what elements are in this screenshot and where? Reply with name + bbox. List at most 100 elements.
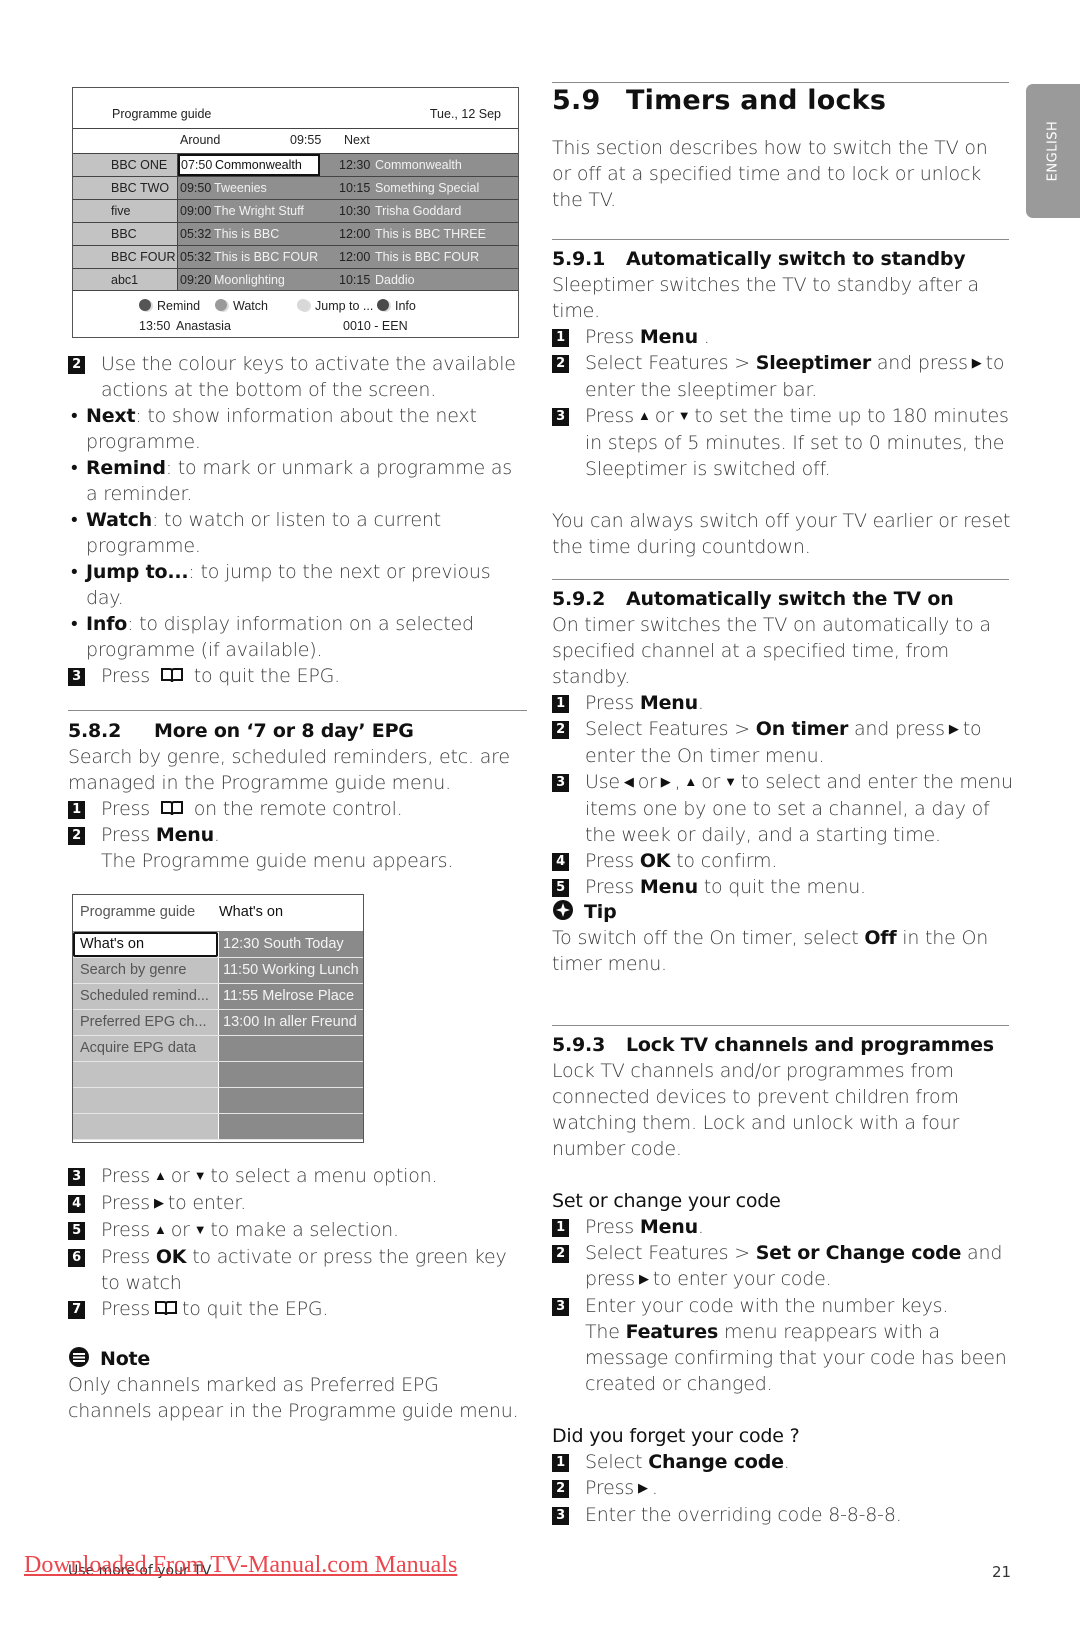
step-2: 2 Use the colour keys to activate the av… xyxy=(68,351,528,403)
step-number: 1 xyxy=(552,1454,569,1472)
current-programme-time: 07:50 xyxy=(181,158,213,172)
section-divider xyxy=(552,1025,1009,1026)
step-text: . xyxy=(651,1477,658,1499)
epg-rows: BBC ONE 07:50 Commonwealth 12:30 Commonwealt… xyxy=(73,153,518,291)
colour-key-dot-icon xyxy=(377,299,389,311)
watermark-link[interactable]: Downloaded From TV-Manual.com Manuals xyxy=(24,1552,457,1579)
epg-channel-row[interactable]: BBC ONE 07:50 Commonwealth 12:30 Commonwealt… xyxy=(73,153,518,176)
current-programme-cell[interactable]: 07:50 Commonwealth xyxy=(178,154,320,176)
next-programme-title: This is BBC FOUR xyxy=(375,250,480,264)
step-text: to enter. xyxy=(167,1192,247,1214)
note-heading: Note xyxy=(68,1346,528,1372)
up-arrow-icon: ▲ xyxy=(684,775,698,790)
menu-row[interactable]: Acquire EPG data xyxy=(73,1036,363,1062)
current-programme-time: 05:32 xyxy=(180,227,212,241)
menu-option[interactable] xyxy=(73,1062,218,1087)
epg-channel-row[interactable]: five 09:00 The Wright Stuff 10:30 Trisha God… xyxy=(73,199,518,222)
colour-key-watch: Watch xyxy=(215,299,268,313)
menu-row[interactable]: What's on 12:30 South Today xyxy=(73,932,363,958)
bullet-text: : to show information about the next pro… xyxy=(86,405,477,453)
step-text: Enter your code with the number keys. xyxy=(585,1295,949,1317)
bullet-term: Jump to... xyxy=(86,561,189,583)
colour-key-dot-icon xyxy=(215,299,227,311)
current-programme-title: Tweenies xyxy=(214,181,267,195)
next-programme-time: 12:00 xyxy=(339,250,371,264)
right-arrow-icon: ▶ xyxy=(638,1481,648,1496)
menu-row[interactable] xyxy=(73,1114,363,1140)
channel-name: BBC TWO xyxy=(73,177,178,199)
epg-channel-row[interactable]: abc1 09:20 Moonlighting 10:15 Daddio xyxy=(73,268,518,291)
bullet-item: Info: to display information on a select… xyxy=(68,611,528,663)
step-1: 1 Press Menu. xyxy=(552,1214,1014,1240)
next-programme-title: Trisha Goddard xyxy=(375,204,462,218)
menu-item-label: Menu xyxy=(639,1216,698,1238)
step-result: The Features menu reappears with a messa… xyxy=(585,1319,1014,1397)
step-text: Press xyxy=(101,824,151,846)
epg-info-channel: 0010 - EEN xyxy=(343,319,408,333)
menu-option[interactable] xyxy=(73,1088,218,1113)
menu-row[interactable]: Preferred EPG ch... 13:00 In aller Freund xyxy=(73,1010,363,1036)
current-programme-title: Commonwealth xyxy=(215,158,302,172)
current-programme-cell[interactable]: 09:50 Tweenies xyxy=(178,177,320,199)
section-heading: 5.9.2 Automatically switch the TV on xyxy=(552,586,1014,612)
step-4: 4 Press ▶ to enter. xyxy=(68,1190,528,1217)
step-number: 3 xyxy=(68,668,85,686)
colour-key-dot-icon xyxy=(297,299,309,311)
epg-header: Programme guide Tue., 12 Sep xyxy=(73,88,518,129)
section-title: More on ‘7 or 8 day’ EPG xyxy=(154,720,414,742)
step-text: . xyxy=(783,1451,790,1473)
menu-key-label: OK xyxy=(639,850,671,872)
step-text: Select Features > xyxy=(585,1242,750,1264)
next-programme-title: Something Special xyxy=(375,181,480,195)
step-5: 5 Press ▲ or ▼ to make a selection. xyxy=(68,1217,528,1244)
current-programme-cell[interactable]: 09:20 Moonlighting xyxy=(178,269,320,290)
step-text: Press xyxy=(585,1477,635,1499)
menu-item-label: Change code xyxy=(648,1451,784,1473)
epg-channel-row[interactable]: BBC TWO 09:50 Tweenies 10:15 Something Speci… xyxy=(73,176,518,199)
menu-row[interactable] xyxy=(73,1062,363,1088)
epg-channel-row[interactable]: BBC FOUR 05:32 This is BBC FOUR 12:00 This i… xyxy=(73,245,518,268)
epg-info-time: 13:50 xyxy=(139,319,171,333)
epg-info-programme: Anastasia xyxy=(176,319,231,333)
menu-row[interactable] xyxy=(73,1088,363,1114)
colour-key-label: Remind xyxy=(157,299,201,313)
step-number: 1 xyxy=(552,329,569,347)
current-programme-cell[interactable]: 09:00 The Wright Stuff xyxy=(178,200,320,222)
menu-row[interactable]: Search by genre 11:50 Working Lunch xyxy=(73,958,363,984)
step-number: 2 xyxy=(552,721,569,739)
step-text: to quit the menu. xyxy=(703,876,866,898)
step-text: Press xyxy=(101,1219,151,1241)
right-arrow-icon: ▶ xyxy=(948,722,959,737)
channel-name: BBC THREE xyxy=(73,223,178,263)
epg-instructions: 2 Use the colour keys to activate the av… xyxy=(68,351,528,689)
next-programme-time: 10:15 xyxy=(339,273,371,287)
epg-channel-row[interactable]: BBC THREE05:32This is BBC THREE 12:00 This… xyxy=(73,222,518,263)
step-text: Press xyxy=(101,1298,151,1320)
menu-name-label: Features xyxy=(625,1321,719,1343)
language-tab[interactable]: ENGLISH xyxy=(1026,84,1080,218)
step-4: 4 Press OK to confirm. xyxy=(552,848,1014,874)
step-text: to enter your code. xyxy=(652,1268,832,1290)
section-heading: 5.9.1 Automatically switch to standby xyxy=(552,246,1014,272)
channel-name: BBC ONE xyxy=(73,154,178,176)
menu-option[interactable]: Scheduled remind... xyxy=(73,984,218,1009)
current-programme-cell[interactable]: 05:32This is BBC THREE xyxy=(178,223,320,263)
section-divider xyxy=(552,239,1009,240)
step-text: or xyxy=(701,771,721,793)
note-box: Note Only channels marked as Preferred E… xyxy=(68,1346,528,1424)
menu-row[interactable]: Scheduled remind... 11:55 Melrose Place xyxy=(73,984,363,1010)
step-text: Press xyxy=(101,665,151,687)
menu-option[interactable]: Search by genre xyxy=(73,958,218,983)
menu-item-label: On timer xyxy=(755,718,849,740)
current-programme-time: 05:32 xyxy=(180,250,212,264)
current-programme-cell[interactable]: 05:32 This is BBC FOUR xyxy=(178,246,320,268)
section-heading: 5.8.2 More on ‘7 or 8 day’ EPG xyxy=(68,718,528,744)
step-text: and press xyxy=(853,718,945,740)
menu-option[interactable] xyxy=(73,1114,218,1139)
menu-option[interactable]: Preferred EPG ch... xyxy=(73,1010,218,1035)
menu-option[interactable]: Acquire EPG data xyxy=(73,1036,218,1061)
menu-option[interactable]: What's on xyxy=(73,932,218,957)
step-number: 2 xyxy=(552,1480,569,1498)
chapter-heading: 5.9 Timers and locks xyxy=(552,84,1009,118)
menu-header-right: What's on xyxy=(219,904,284,920)
